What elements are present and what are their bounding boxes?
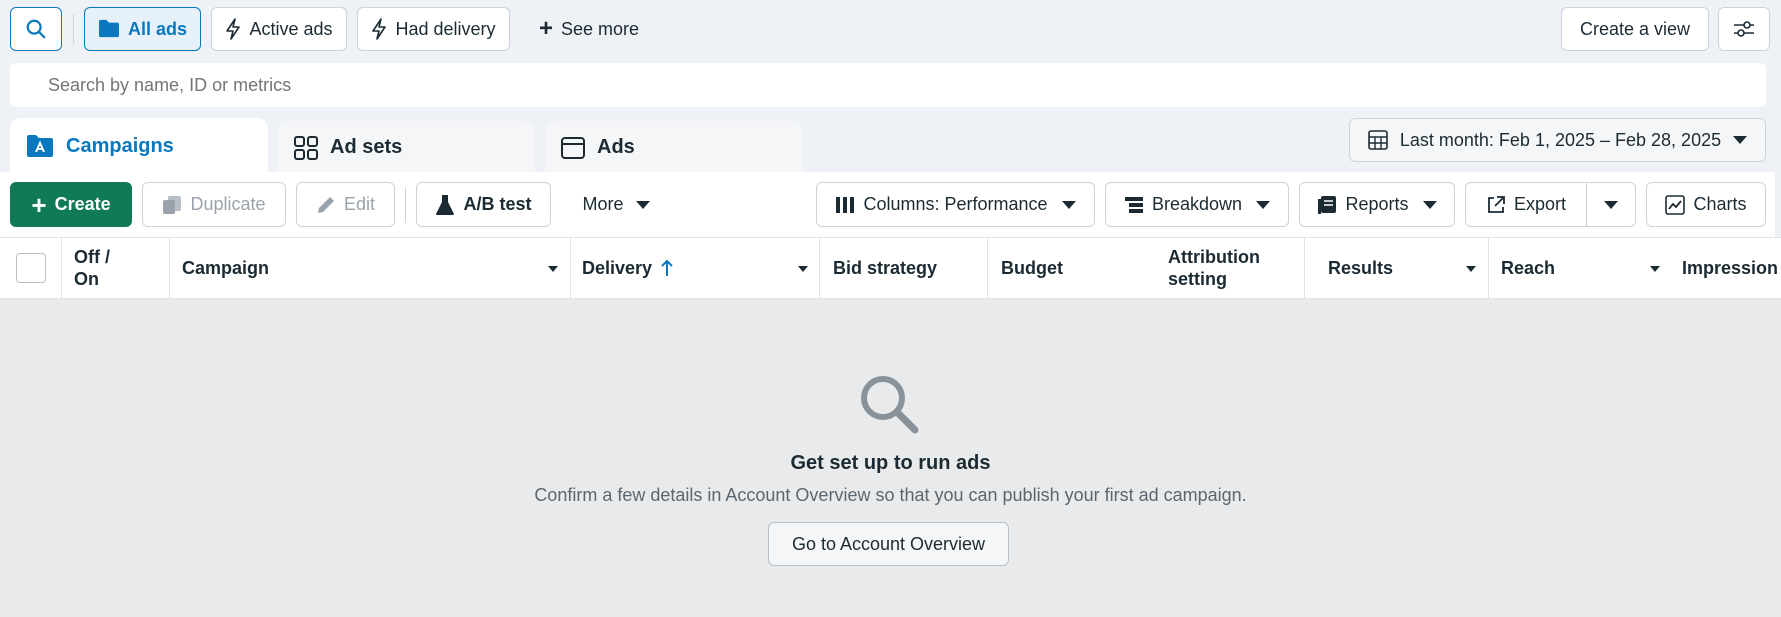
tab-campaigns[interactable]: Campaigns [10,118,268,174]
active-ads-filter[interactable]: Active ads [211,7,347,51]
export-label: Export [1513,194,1567,214]
chevron-down-icon[interactable] [548,266,558,272]
tab-campaigns-label: Campaigns [66,134,174,157]
breakdown-label: Breakdown [1151,194,1243,214]
column-off-on[interactable]: Off / On [74,238,110,298]
all-ads-label: All ads [127,18,188,39]
column-delivery-label: Delivery [582,258,653,278]
duplicate-label: Duplicate [190,194,266,214]
charts-button[interactable]: Charts [1646,182,1766,227]
columns-label: Columns: Performance [863,194,1048,214]
plus-icon: + [538,15,553,42]
tab-ads-label: Ads [597,136,635,158]
ad-window-icon [561,136,585,159]
date-range-picker[interactable]: Last month: Feb 1, 2025 – Feb 28, 2025 [1349,118,1766,162]
chevron-down-icon [635,200,650,209]
active-ads-label: Active ads [249,18,333,39]
reports-label: Reports [1345,194,1409,214]
select-all-checkbox[interactable] [16,253,46,283]
line-chart-icon [1665,194,1686,215]
export-button[interactable]: Export [1465,182,1587,227]
chevron-down-icon [1061,200,1076,209]
column-budget-label: Budget [1001,258,1063,278]
tab-ad-sets[interactable]: Ad sets [278,121,535,174]
pencil-icon [317,196,334,213]
empty-state-description: Confirm a few details in Account Overvie… [534,485,1247,505]
lightning-icon [372,18,387,40]
date-range-label: Last month: Feb 1, 2025 – Feb 28, 2025 [1399,129,1722,150]
chevron-down-icon [1604,200,1618,209]
folder-icon [98,19,119,38]
search-input[interactable] [10,63,1766,107]
columns-button[interactable]: Columns: Performance [816,182,1095,227]
had-delivery-label: Had delivery [395,18,496,39]
breakdown-icon [1124,196,1143,213]
go-to-account-overview-label: Go to Account Overview [791,533,986,554]
column-off-on-line2: On [74,269,99,289]
ab-test-label: A/B test [463,194,532,214]
column-attribution-line1: Attribution [1168,247,1260,267]
sliders-icon [1734,21,1754,37]
chevron-down-icon [1422,200,1437,209]
magnifier-icon [861,376,919,434]
plus-icon: + [31,189,47,220]
column-campaign-label: Campaign [182,258,270,278]
lightning-icon [226,18,241,40]
create-view-label: Create a view [1579,18,1691,39]
create-button[interactable]: + Create [10,182,132,227]
column-reach-label: Reach [1501,258,1556,278]
columns-icon [836,196,855,213]
reports-button[interactable]: Reports [1299,182,1455,227]
search-icon [26,19,46,39]
settings-button[interactable] [1718,7,1770,51]
reports-icon [1318,195,1337,214]
tab-ads[interactable]: Ads [545,121,802,174]
sort-ascending-icon [661,259,673,276]
charts-label: Charts [1693,194,1747,214]
campaign-folder-icon [27,135,53,157]
flask-icon [436,194,455,215]
export-dropdown-button[interactable] [1586,182,1636,227]
tab-ad-sets-label: Ad sets [330,136,403,158]
column-impressions-label: Impression [1682,258,1779,278]
duplicate-icon [163,195,182,214]
chevron-down-icon [1256,200,1271,209]
go-to-account-overview-button[interactable]: Go to Account Overview [768,522,1009,566]
column-attribution-setting[interactable]: Attribution setting [1168,238,1260,298]
ab-test-button[interactable]: A/B test [416,182,551,227]
column-results[interactable]: Results [1328,238,1393,298]
column-budget[interactable]: Budget [1001,238,1063,298]
all-ads-filter[interactable]: All ads [84,7,201,51]
create-view-button[interactable]: Create a view [1561,7,1709,51]
more-button[interactable]: More [561,182,671,227]
chevron-down-icon [1733,136,1748,144]
column-reach[interactable]: Reach [1501,238,1555,298]
chevron-down-icon[interactable] [1650,266,1660,272]
empty-state-title: Get set up to run ads [790,452,991,474]
see-more-label: See more [560,18,640,39]
see-more-button[interactable]: + See more [524,7,654,51]
column-results-label: Results [1328,258,1394,278]
column-bid-strategy[interactable]: Bid strategy [833,238,937,298]
column-off-on-line1: Off / [74,247,110,267]
search-button[interactable] [10,7,62,51]
more-label: More [582,194,624,214]
create-label: Create [54,194,111,214]
chevron-down-icon[interactable] [798,266,808,272]
export-icon [1488,195,1505,213]
had-delivery-filter[interactable]: Had delivery [357,7,510,51]
column-attribution-line2: setting [1168,269,1228,289]
column-campaign[interactable]: Campaign [182,238,269,298]
column-impressions[interactable]: Impression [1682,238,1781,298]
breakdown-button[interactable]: Breakdown [1105,182,1289,227]
edit-label: Edit [343,194,376,214]
duplicate-button[interactable]: Duplicate [142,182,286,227]
column-bid-strategy-label: Bid strategy [833,258,938,278]
chevron-down-icon[interactable] [1466,266,1476,272]
calendar-icon [1368,130,1388,150]
column-delivery[interactable]: Delivery [582,238,674,298]
edit-button[interactable]: Edit [296,182,395,227]
grid-icon [294,135,318,160]
